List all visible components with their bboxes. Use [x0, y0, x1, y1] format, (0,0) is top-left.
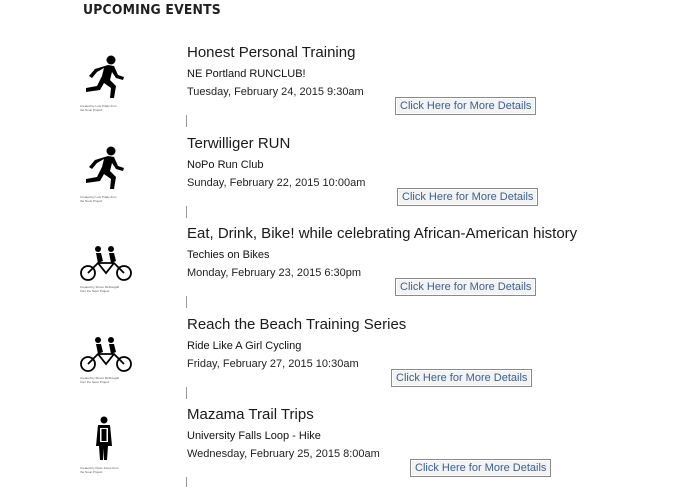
divider — [186, 477, 187, 487]
hiker-icon — [78, 416, 136, 472]
event-organizer: Ride Like A Girl Cycling — [187, 340, 302, 352]
event-datetime: Sunday, February 22, 2015 10:00am — [187, 177, 366, 189]
runner-icon — [78, 145, 136, 201]
event-datetime: Tuesday, February 24, 2015 9:30am — [187, 86, 364, 98]
event-title: Mazama Trail Trips — [187, 406, 314, 423]
more-details-button[interactable]: Click Here for More Details — [391, 369, 533, 387]
divider — [186, 387, 187, 399]
icon-credit: Created by Simon McDougall from the Noun… — [80, 376, 120, 384]
event-organizer: NoPo Run Club — [187, 159, 264, 171]
event-item: Created by Luis Prado from the Noun Proj… — [0, 135, 695, 225]
event-item: Created by Peter Jones from the Noun Pro… — [0, 406, 695, 496]
more-details-button[interactable]: Click Here for More Details — [395, 278, 537, 296]
event-item: Created by Simon McDougall from the Noun… — [0, 316, 695, 406]
divider — [186, 206, 187, 218]
icon-credit: Created by Peter Jones from the Noun Pro… — [80, 466, 119, 474]
event-title: Terwilliger RUN — [187, 135, 291, 152]
event-title: Honest Personal Training — [187, 44, 356, 61]
event-title: Reach the Beach Training Series — [187, 316, 407, 333]
event-item: Created by Simon McDougall from the Noun… — [0, 225, 695, 315]
icon-credit: Created by Simon McDougall from the Noun… — [80, 285, 120, 293]
icon-credit: Created by Luis Prado from the Noun Proj… — [80, 195, 117, 203]
tandem-bike-icon — [78, 235, 136, 291]
more-details-button[interactable]: Click Here for More Details — [397, 188, 539, 206]
event-organizer: University Falls Loop - Hike — [187, 430, 321, 442]
icon-credit: Created by Luis Prado from the Noun Proj… — [80, 104, 117, 112]
event-organizer: NE Portland RUNCLUB! — [187, 68, 306, 80]
event-datetime: Friday, February 27, 2015 10:30am — [187, 358, 359, 370]
more-details-button[interactable]: Click Here for More Details — [395, 97, 537, 115]
more-details-button[interactable]: Click Here for More Details — [410, 459, 552, 477]
event-title: Eat, Drink, Bike! while celebrating Afri… — [187, 225, 578, 242]
tandem-bike-icon — [78, 326, 136, 382]
event-organizer: Techies on Bikes — [187, 249, 270, 261]
event-datetime: Wednesday, February 25, 2015 8:00am — [187, 448, 380, 460]
divider — [186, 296, 187, 308]
runner-icon — [78, 54, 136, 110]
event-item: Created by Luis Prado from the Noun Proj… — [0, 44, 695, 134]
event-datetime: Monday, February 23, 2015 6:30pm — [187, 267, 362, 279]
section-heading: UPCOMING EVENTS — [83, 2, 221, 18]
divider — [186, 115, 187, 127]
